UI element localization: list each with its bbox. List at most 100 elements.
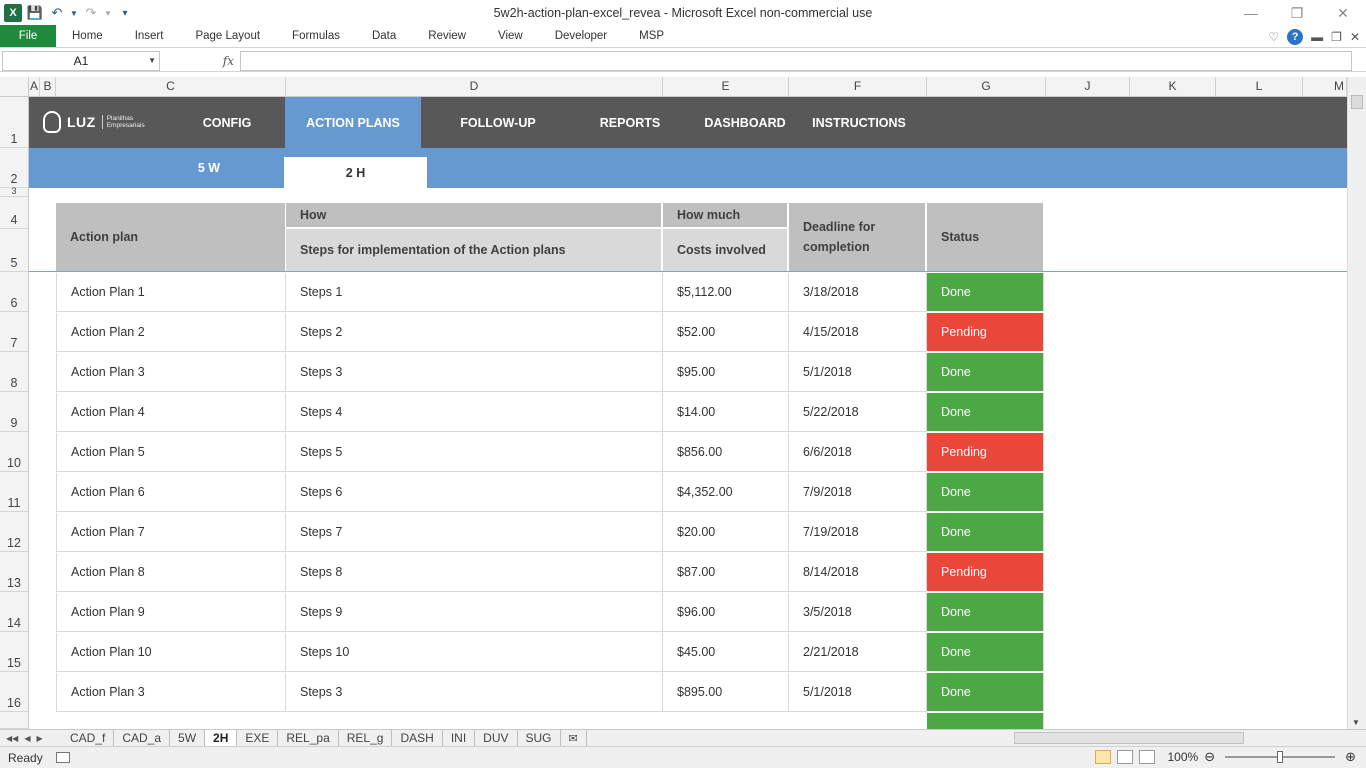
horizontal-scrollbar[interactable] — [1000, 731, 1350, 745]
row-header-13[interactable]: 13 — [0, 552, 29, 592]
insert-function-icon[interactable]: fx — [160, 51, 240, 71]
row-header-15[interactable]: 15 — [0, 632, 29, 672]
cell-action-plan[interactable]: Action Plan 1 — [56, 273, 286, 312]
cell-action-plan[interactable]: Action Plan 9 — [56, 593, 286, 632]
cell-action-plan[interactable]: Action Plan 4 — [56, 393, 286, 432]
nav-instructions[interactable]: INSTRUCTIONS — [805, 97, 913, 148]
prev-sheet-icon[interactable]: ◀ — [24, 734, 30, 743]
cell-steps[interactable]: Steps 3 — [286, 673, 663, 712]
nav-follow-up[interactable]: FOLLOW-UP — [435, 97, 561, 148]
row-header-16[interactable]: 16 — [0, 672, 29, 712]
tab-file[interactable]: File — [0, 25, 56, 47]
cell-deadline[interactable]: 3/18/2018 — [789, 273, 927, 312]
cell-status[interactable]: Pending — [927, 553, 1044, 592]
cell-steps[interactable]: Steps 8 — [286, 553, 663, 592]
next-sheet-icon[interactable]: ▶ — [36, 734, 42, 743]
select-all-corner[interactable] — [0, 77, 29, 97]
tab-view[interactable]: View — [482, 25, 539, 47]
cell-status[interactable]: Done — [927, 353, 1044, 392]
workbook-minimize-icon[interactable]: ▬ — [1311, 30, 1323, 44]
column-header-d[interactable]: D — [286, 77, 663, 97]
excel-logo-icon[interactable]: X — [4, 4, 22, 22]
sheet-tab-ini[interactable]: INI — [443, 730, 476, 746]
zoom-out-icon[interactable]: ⊖ — [1204, 749, 1215, 765]
sheet-tab-cad-f[interactable]: CAD_f — [62, 730, 115, 746]
sheet-tab-duv[interactable]: DUV — [475, 730, 518, 746]
tab-page-layout[interactable]: Page Layout — [179, 25, 276, 47]
row-header-11[interactable]: 11 — [0, 472, 29, 512]
cell-cost[interactable]: $856.00 — [663, 433, 789, 472]
row-header-4[interactable]: 4 — [0, 197, 29, 229]
tab-data[interactable]: Data — [356, 25, 412, 47]
row-header-2[interactable]: 2 — [0, 148, 29, 188]
row-header-1[interactable]: 1 — [0, 97, 29, 148]
cell-action-plan[interactable]: Action Plan 2 — [56, 313, 286, 352]
cell-status[interactable]: Done — [927, 393, 1044, 432]
tab-developer[interactable]: Developer — [539, 25, 623, 47]
macro-record-icon[interactable] — [56, 752, 70, 763]
sheet-tab-dash[interactable]: DASH — [392, 730, 443, 746]
first-sheet-icon[interactable]: ◀◀ — [6, 734, 18, 743]
column-header-a[interactable]: A — [29, 77, 40, 97]
cell-cost[interactable]: $52.00 — [663, 313, 789, 352]
cell-status[interactable]: Pending — [927, 313, 1044, 352]
customize-toolbar-icon[interactable]: ▾ — [116, 4, 134, 22]
column-header-b[interactable]: B — [40, 77, 56, 97]
row-header-9[interactable]: 9 — [0, 392, 29, 432]
cell-cost[interactable]: $87.00 — [663, 553, 789, 592]
insert-sheet-icon[interactable]: ✉ — [561, 730, 587, 746]
save-icon[interactable]: 💾 — [26, 4, 44, 22]
undo-dropdown-icon[interactable]: ▼ — [70, 4, 78, 22]
cell-steps[interactable]: Steps 10 — [286, 633, 663, 672]
column-header-l[interactable]: L — [1216, 77, 1303, 97]
column-header-g[interactable]: G — [927, 77, 1046, 97]
cell-steps[interactable]: Steps 4 — [286, 393, 663, 432]
nav-dashboard[interactable]: DASHBOARD — [695, 97, 795, 148]
worksheet[interactable]: LUZ Planilhas Empresariais CONFIG ACTION… — [29, 97, 1347, 729]
cell-status[interactable]: Done — [927, 513, 1044, 552]
cell-cost[interactable]: $45.00 — [663, 633, 789, 672]
cell-action-plan[interactable]: Action Plan 10 — [56, 633, 286, 672]
column-header-m[interactable]: M — [1303, 77, 1347, 97]
page-break-view-icon[interactable] — [1139, 750, 1156, 764]
redo-dropdown-icon[interactable]: ▼ — [104, 4, 112, 22]
tab-home[interactable]: Home — [56, 25, 119, 47]
cell-deadline[interactable]: 4/15/2018 — [789, 313, 927, 352]
cell-status[interactable]: Done — [927, 673, 1044, 712]
tab-formulas[interactable]: Formulas — [276, 25, 356, 47]
sheet-tab-2h[interactable]: 2H — [205, 730, 238, 746]
nav-config[interactable]: CONFIG — [179, 97, 275, 148]
sheet-tab-cad-a[interactable]: CAD_a — [114, 730, 171, 746]
column-header-e[interactable]: E — [663, 77, 789, 97]
cell-action-plan[interactable]: Action Plan 5 — [56, 433, 286, 472]
row-header-12[interactable]: 12 — [0, 512, 29, 552]
cell-deadline[interactable]: 7/19/2018 — [789, 513, 927, 552]
horizontal-scroll-thumb[interactable] — [1014, 732, 1244, 744]
cell-steps[interactable]: Steps 5 — [286, 433, 663, 472]
zoom-in-icon[interactable]: ⊕ — [1345, 749, 1356, 765]
cell-cost[interactable]: $95.00 — [663, 353, 789, 392]
cell-action-plan[interactable]: Action Plan 3 — [56, 673, 286, 712]
sheet-tab-sug[interactable]: SUG — [518, 730, 561, 746]
cell-cost[interactable]: $20.00 — [663, 513, 789, 552]
row-header-8[interactable]: 8 — [0, 352, 29, 392]
subtab-2h[interactable]: 2 H — [284, 157, 427, 188]
cell-status[interactable]: Done — [927, 273, 1044, 312]
zoom-slider-knob[interactable] — [1277, 751, 1284, 763]
sheet-tab-rel-g[interactable]: REL_g — [339, 730, 393, 746]
workbook-close-icon[interactable]: ✕ — [1350, 30, 1360, 44]
cell-status[interactable]: Done — [927, 633, 1044, 672]
zoom-slider[interactable] — [1225, 751, 1336, 763]
normal-view-icon[interactable] — [1095, 750, 1112, 764]
column-header-k[interactable]: K — [1130, 77, 1216, 97]
cell-status[interactable]: Done — [927, 593, 1044, 632]
restore-icon[interactable]: ❐ — [1274, 0, 1320, 26]
tab-review[interactable]: Review — [412, 25, 482, 47]
cell-steps[interactable]: Steps 9 — [286, 593, 663, 632]
cell-steps[interactable]: Steps 1 — [286, 273, 663, 312]
cell-steps[interactable]: Steps 2 — [286, 313, 663, 352]
name-box[interactable]: A1 ▼ — [2, 50, 160, 71]
minimize-ribbon-icon[interactable]: ♡ — [1268, 30, 1279, 44]
tab-insert[interactable]: Insert — [119, 25, 180, 47]
row-header-5[interactable]: 5 — [0, 229, 29, 272]
